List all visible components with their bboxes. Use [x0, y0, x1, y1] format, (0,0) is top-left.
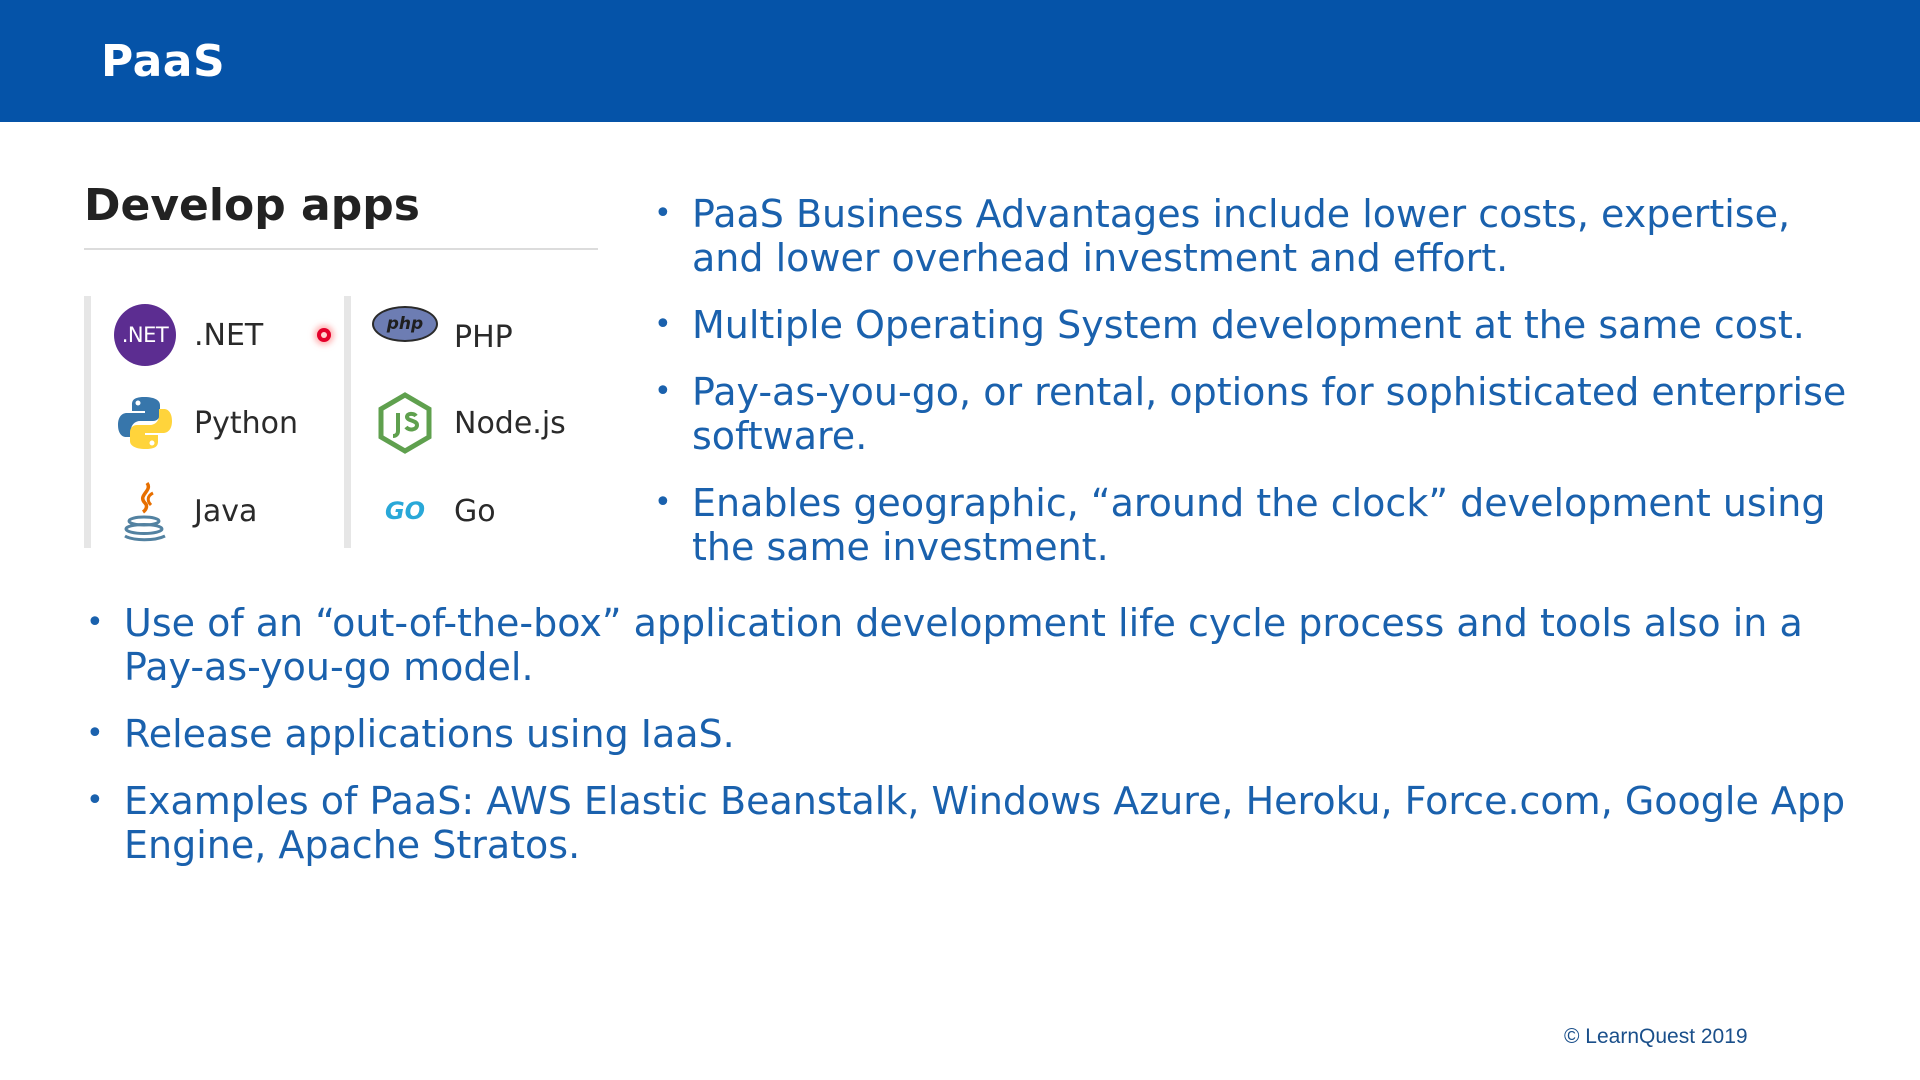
bullet-item: Pay-as-you-go, or rental, options for so…	[654, 370, 1872, 458]
go-icon: GO	[372, 478, 438, 544]
bullet-item: Release applications using IaaS.	[86, 712, 1884, 756]
panel-title: Develop apps	[84, 180, 420, 231]
laser-pointer-dot	[317, 328, 331, 342]
language-item-php: php PHP	[372, 302, 513, 372]
dotnet-badge-text: .NET	[114, 304, 176, 366]
title-banner: PaaS	[0, 0, 1920, 122]
java-icon	[112, 478, 178, 544]
bullet-item: Examples of PaaS: AWS Elastic Beanstalk,…	[86, 779, 1884, 867]
details-list: Use of an “out-of-the-box” application d…	[86, 601, 1884, 890]
language-item-go: GO Go	[372, 478, 496, 544]
language-label-python: Python	[194, 405, 298, 441]
dotnet-icon: .NET	[112, 302, 178, 368]
language-label-dotnet: .NET	[194, 317, 264, 353]
language-item-python: Python	[112, 390, 298, 456]
language-label-java: Java	[194, 493, 258, 529]
panel-divider	[84, 248, 598, 250]
copyright-footer: © LearnQuest 2019	[1564, 1025, 1748, 1048]
php-icon: php	[372, 302, 438, 372]
slide-title: PaaS	[101, 36, 226, 87]
bullet-item: Multiple Operating System development at…	[654, 303, 1872, 347]
nodejs-icon	[372, 390, 438, 456]
advantages-list: PaaS Business Advantages include lower c…	[654, 192, 1872, 592]
language-column-divider-right	[344, 296, 351, 548]
language-column-divider-left	[84, 296, 91, 548]
language-label-go: Go	[454, 493, 496, 529]
language-item-java: Java	[112, 478, 257, 544]
go-badge-text: GO	[384, 497, 426, 525]
language-label-php: PHP	[454, 319, 513, 355]
bullet-item: Enables geographic, “around the clock” d…	[654, 481, 1872, 569]
bullet-item: PaaS Business Advantages include lower c…	[654, 192, 1872, 280]
python-icon	[112, 390, 178, 456]
bullet-item: Use of an “out-of-the-box” application d…	[86, 601, 1884, 689]
language-label-nodejs: Node.js	[454, 405, 566, 441]
php-badge-text: php	[372, 306, 438, 342]
language-item-dotnet: .NET .NET	[112, 302, 263, 368]
language-item-nodejs: Node.js	[372, 390, 566, 456]
